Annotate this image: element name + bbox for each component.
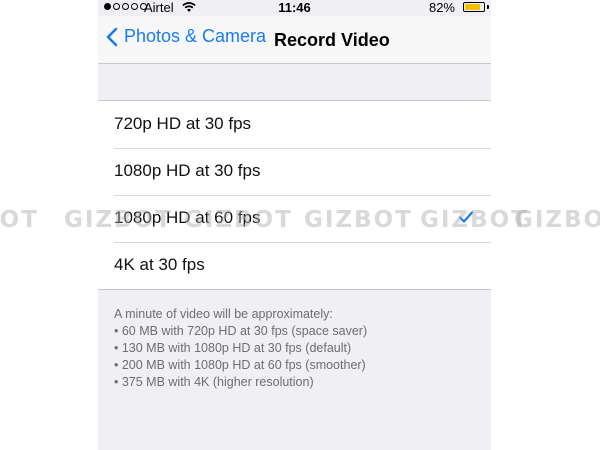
resolution-options-list: 720p HD at 30 fps 1080p HD at 30 fps 108… [98,100,491,290]
option-label: 1080p HD at 60 fps [114,208,261,227]
navigation-bar: Photos & Camera Record Video [98,16,491,64]
option-4k-30fps[interactable]: 4K at 30 fps [98,242,491,289]
battery-percentage: 82% [428,0,455,15]
back-button-label: Photos & Camera [124,26,267,46]
option-label: 720p HD at 30 fps [114,114,252,133]
watermark-text: GIZBOT [514,207,600,233]
footer-line: • 375 MB with 4K (higher resolution) [114,375,314,389]
status-bar: Airtel 11:46 82% [98,0,491,16]
watermark-text: GIZBOT [0,207,39,233]
option-1080p-30fps[interactable]: 1080p HD at 30 fps [98,148,491,195]
battery-tip [487,5,489,9]
footer-line: • 60 MB with 720p HD at 30 fps (space sa… [114,324,368,338]
back-button[interactable]: Photos & Camera [106,26,266,47]
battery-icon [463,2,485,12]
footer-line: • 130 MB with 1080p HD at 30 fps (defaul… [114,341,352,355]
option-label: 4K at 30 fps [114,255,205,274]
chevron-left-icon [106,27,118,46]
option-720p-30fps[interactable]: 720p HD at 30 fps [98,101,491,148]
storage-info-note: A minute of video will be approximately:… [114,306,474,391]
page-title: Record Video [274,30,390,50]
settings-screen: Airtel 11:46 82% Photos & Camera Record … [98,0,491,450]
checkmark-icon [459,211,473,223]
option-1080p-60fps[interactable]: 1080p HD at 60 fps [98,195,491,242]
option-label: 1080p HD at 30 fps [114,161,261,180]
footer-intro: A minute of video will be approximately: [114,307,333,321]
footer-line: • 200 MB with 1080p HD at 60 fps (smooth… [114,358,366,372]
